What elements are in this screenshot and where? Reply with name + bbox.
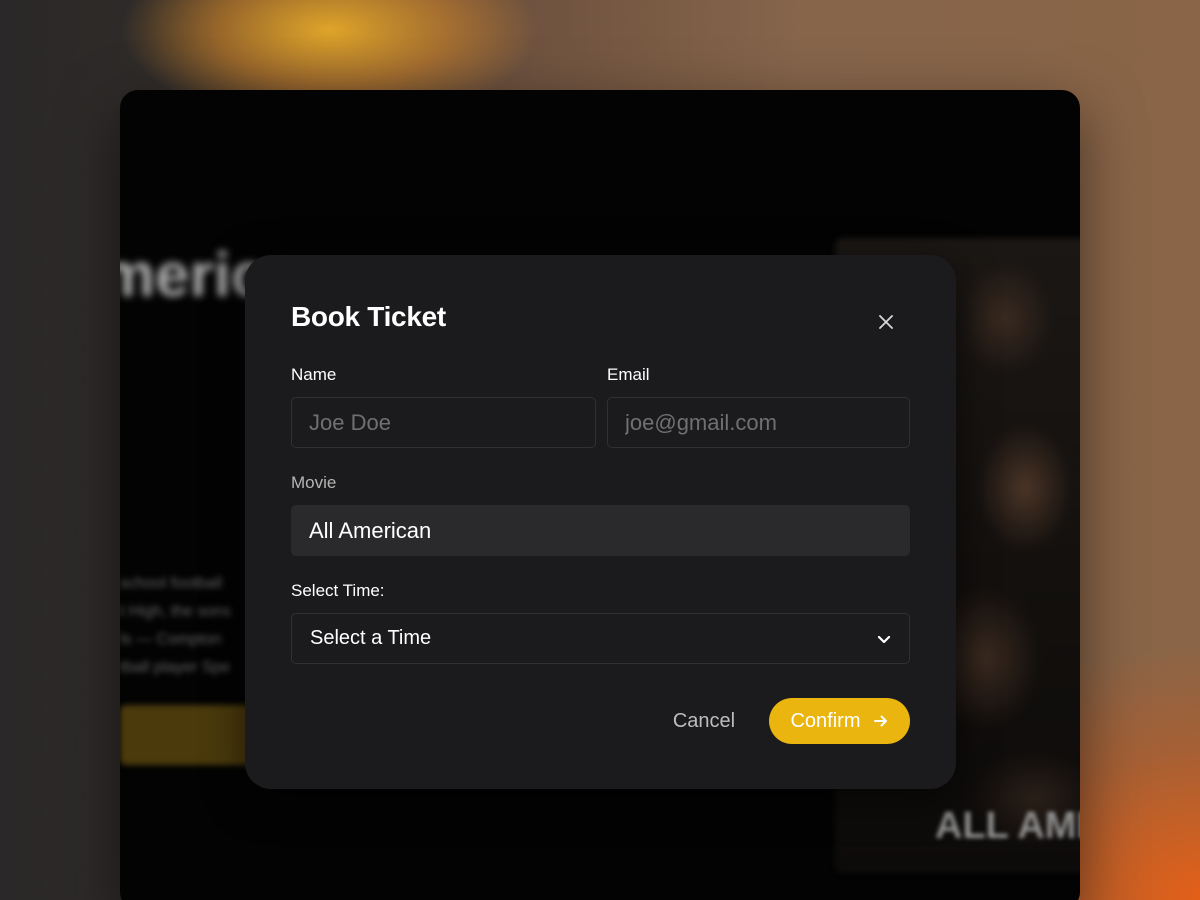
time-select-value: Select a Time [310,627,432,649]
name-input[interactable] [291,397,596,448]
modal-title: Book Ticket [291,301,446,332]
email-input[interactable] [607,397,910,448]
book-ticket-modal: Book Ticket Name Email Movie All America… [245,255,956,789]
arrow-right-icon [873,715,887,727]
name-label: Name [291,365,337,384]
chevron-down-icon [877,635,891,643]
confirm-button[interactable]: Confirm [769,698,910,744]
cancel-button[interactable]: Cancel [665,699,743,743]
background-poster-title: ALL AMER [935,805,1080,847]
email-label: Email [607,365,650,384]
time-select[interactable]: Select a Time [291,613,910,664]
close-button[interactable] [871,307,901,337]
confirm-button-label: Confirm [790,709,861,732]
movie-label: Movie [291,473,337,492]
time-label: Select Time: [291,581,385,600]
movie-field: All American [291,505,910,556]
movie-value: All American [309,517,432,543]
close-icon [879,315,893,329]
